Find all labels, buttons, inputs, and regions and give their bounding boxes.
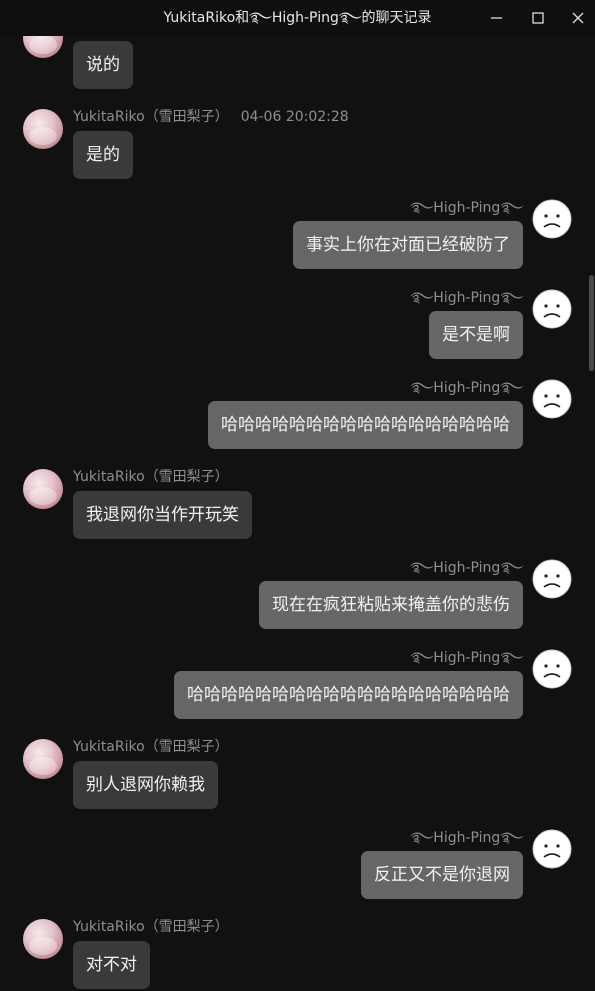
message-bubble[interactable]: 是的 [73,131,133,179]
avatar[interactable] [532,289,572,329]
sender-name: ࿐High-Ping࿐ [410,380,523,396]
chat-history[interactable]: 说的 YukitaRiko（雪田梨子） 04-06 20:02:28 是的 ࿐Hi… [0,36,595,991]
frown-face-icon [532,559,572,599]
avatar[interactable] [23,36,63,58]
avatar[interactable] [532,829,572,869]
message-bubble[interactable]: 说的 [73,41,133,89]
sender-name: YukitaRiko（雪田梨子） [73,739,229,755]
avatar[interactable] [532,379,572,419]
avatar[interactable] [532,649,572,689]
message-bubble[interactable]: 哈哈哈哈哈哈哈哈哈哈哈哈哈哈哈哈哈哈哈 [174,671,523,719]
message-bubble[interactable]: 对不对 [73,941,150,989]
sender-name: YukitaRiko（雪田梨子） [73,919,229,935]
avatar[interactable] [532,559,572,599]
avatar[interactable] [23,109,63,149]
close-icon[interactable] [565,6,591,30]
frown-face-icon [532,199,572,239]
sender-name: ࿐High-Ping࿐ [410,200,523,216]
frown-face-icon [532,289,572,329]
avatar[interactable] [532,199,572,239]
message-bubble[interactable]: 反正又不是你退网 [361,851,523,899]
message-bubble[interactable]: 哈哈哈哈哈哈哈哈哈哈哈哈哈哈哈哈哈 [208,401,523,449]
message-bubble[interactable]: 我退网你当作开玩笑 [73,491,252,539]
sender-name: ࿐High-Ping࿐ [410,290,523,306]
minimize-icon[interactable] [484,6,510,30]
maximize-icon[interactable] [525,6,551,30]
avatar[interactable] [23,919,63,959]
message-bubble[interactable]: 事实上你在对面已经破防了 [293,221,523,269]
message-bubble[interactable]: 别人退网你赖我 [73,761,218,809]
avatar[interactable] [23,469,63,509]
message-bubble[interactable]: 现在在疯狂粘贴来掩盖你的悲伤 [259,581,523,629]
avatar[interactable] [23,739,63,779]
sender-name: YukitaRiko（雪田梨子） 04-06 20:02:28 [73,109,349,125]
sender-name: ࿐High-Ping࿐ [410,650,523,666]
title-bar: YukitaRiko和࿐High-Ping࿐的聊天记录 [0,0,595,36]
timestamp: 04-06 20:02:28 [240,109,349,125]
sender-name: YukitaRiko（雪田梨子） [73,469,229,485]
sender-name: ࿐High-Ping࿐ [410,830,523,846]
sender-name: ࿐High-Ping࿐ [410,560,523,576]
scrollbar-thumb[interactable] [589,275,594,371]
frown-face-icon [532,829,572,869]
frown-face-icon [532,649,572,689]
message-bubble[interactable]: 是不是啊 [429,311,523,359]
frown-face-icon [532,379,572,419]
